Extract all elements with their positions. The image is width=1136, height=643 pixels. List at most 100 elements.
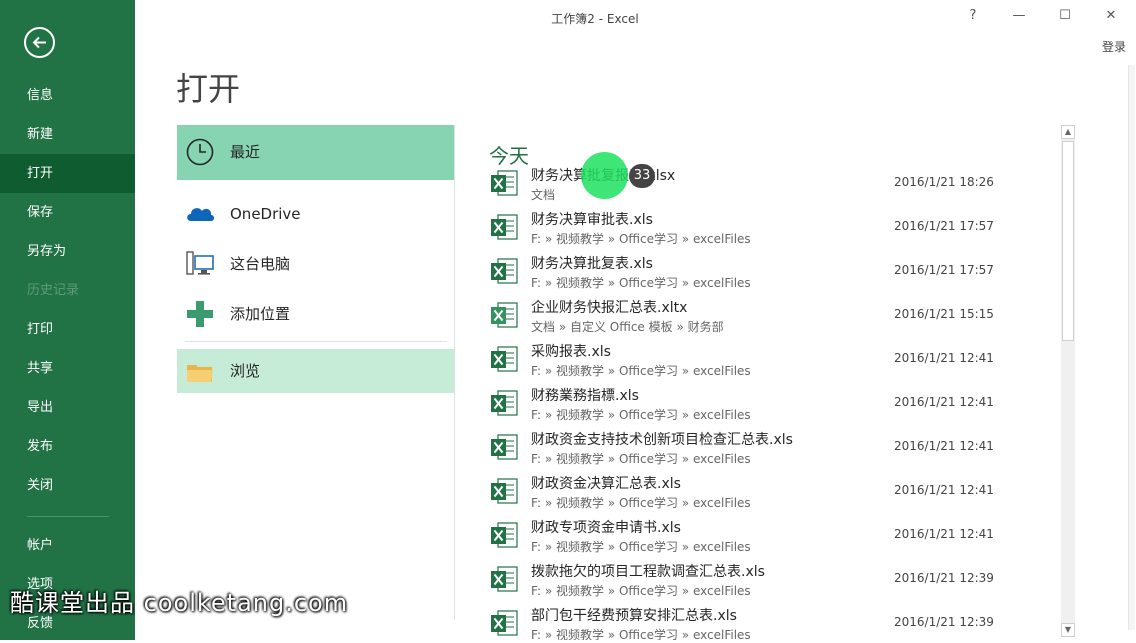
click-count-badge: 33 — [629, 164, 655, 188]
place-this-pc-label: 这台电脑 — [230, 255, 291, 273]
scroll-up-button[interactable]: ▲ — [1061, 125, 1075, 139]
file-path: F: » 视频教学 » Office学习 » excelFiles — [531, 408, 751, 422]
recent-file-row[interactable]: 部门包干经费预算安排汇总表.xls F: » 视频教学 » Office学习 » … — [486, 599, 1046, 640]
excel-file-icon — [491, 478, 518, 504]
file-name: 财政资金支持技术创新项目检查汇总表.xls — [531, 432, 793, 448]
recent-file-row[interactable]: 财政专项资金申请书.xls F: » 视频教学 » Office学习 » exce… — [486, 511, 1046, 555]
cursor-highlight — [581, 152, 628, 199]
recent-file-row[interactable]: 财政资金决算汇总表.xls F: » 视频教学 » Office学习 » exce… — [486, 467, 1046, 511]
recent-file-row[interactable]: 财务决算审批表.xls F: » 视频教学 » Office学习 » excelF… — [486, 203, 1046, 247]
file-path: 文档 » 自定义 Office 模板 » 财务部 — [531, 320, 724, 334]
file-name: 财务决算批复表.xls — [531, 256, 653, 272]
file-date: 2016/1/21 12:41 — [894, 483, 994, 497]
file-date: 2016/1/21 17:57 — [894, 263, 994, 277]
file-date: 2016/1/21 18:26 — [894, 175, 994, 189]
nav-item[interactable]: 共享 — [0, 349, 135, 388]
place-onedrive[interactable]: OneDrive — [177, 187, 454, 242]
file-name: 企业财务快报汇总表.xltx — [531, 300, 688, 316]
file-path: F: » 视频教学 » Office学习 » excelFiles — [531, 364, 751, 378]
file-path: F: » 视频教学 » Office学习 » excelFiles — [531, 540, 751, 554]
place-recent-label: 最近 — [230, 143, 261, 161]
excel-file-icon — [491, 610, 518, 636]
recent-file-row[interactable]: 财務業務指標.xls F: » 视频教学 » Office学习 » excelFi… — [486, 379, 1046, 423]
excel-file-icon — [491, 258, 518, 284]
nav-item[interactable]: 关闭 — [0, 466, 135, 505]
excel-file-icon — [491, 302, 518, 328]
file-path: 文档 — [531, 188, 556, 202]
file-path: F: » 视频教学 » Office学习 » excelFiles — [531, 628, 751, 640]
file-path: F: » 视频教学 » Office学习 » excelFiles — [531, 452, 751, 466]
place-onedrive-label: OneDrive — [230, 205, 301, 223]
clock-icon — [186, 138, 214, 166]
file-date: 2016/1/21 12:39 — [894, 571, 994, 585]
recent-file-row[interactable]: 财务决算批复表.xls F: » 视频教学 » Office学习 » excelF… — [486, 247, 1046, 291]
place-add-location[interactable]: 添加位置 — [177, 287, 454, 342]
cloud-icon — [187, 208, 214, 221]
back-arrow-icon — [32, 36, 46, 49]
file-date: 2016/1/21 12:41 — [894, 395, 994, 409]
pane-divider — [454, 125, 455, 620]
file-date: 2016/1/21 12:41 — [894, 351, 994, 365]
file-name: 采购报表.xls — [531, 344, 611, 360]
file-list-scrollbar[interactable]: ▲ ▼ — [1061, 125, 1075, 637]
nav-item[interactable]: 打开 — [0, 154, 135, 193]
places-separator — [185, 341, 447, 342]
nav-item[interactable]: 导出 — [0, 388, 135, 427]
file-path: F: » 视频教学 » Office学习 » excelFiles — [531, 276, 751, 290]
scroll-down-button[interactable]: ▼ — [1061, 623, 1075, 637]
file-date: 2016/1/21 15:15 — [894, 307, 994, 321]
file-date: 2016/1/21 12:41 — [894, 439, 994, 453]
file-name: 财政资金决算汇总表.xls — [531, 476, 681, 492]
file-name: 部门包干经费预算安排汇总表.xls — [531, 608, 737, 624]
close-button[interactable]: ✕ — [1088, 0, 1134, 32]
file-path: F: » 视频教学 » Office学习 » excelFiles — [531, 496, 751, 510]
folder-icon — [187, 365, 213, 382]
recent-file-row[interactable]: 财务决算批复报表.xlsx文档2016/1/21 18:26 — [486, 159, 1046, 203]
file-name: 财政专项资金申请书.xls — [531, 520, 681, 536]
watermark-text: 酷课堂出品 coolketang.com — [10, 589, 349, 617]
excel-file-icon — [491, 214, 518, 240]
window-title: 工作簿2 - Excel — [551, 12, 639, 26]
nav-item[interactable]: 另存为 — [0, 232, 135, 271]
nav-item: 历史记录 — [27, 283, 80, 298]
file-name: 财务决算审批表.xls — [531, 212, 653, 228]
place-this-pc[interactable]: 这台电脑 — [177, 237, 454, 292]
excel-file-icon — [491, 390, 518, 416]
file-path: F: » 视频教学 » Office学习 » excelFiles — [531, 584, 751, 598]
place-browse[interactable]: 浏览 — [177, 349, 454, 393]
file-name: 财務業務指標.xls — [531, 388, 639, 404]
file-date: 2016/1/21 17:57 — [894, 219, 994, 233]
nav-item[interactable]: 保存 — [0, 193, 135, 232]
computer-icon — [186, 251, 214, 275]
recent-file-row[interactable]: 财政资金支持技术创新项目检查汇总表.xls F: » 视频教学 » Office学… — [486, 423, 1046, 467]
recent-file-row[interactable]: 采购报表.xls F: » 视频教学 » Office学习 » excelFile… — [486, 335, 1046, 379]
nav-divider — [27, 516, 109, 517]
excel-file-icon — [491, 346, 518, 372]
nav-item[interactable]: 帐户 — [0, 526, 135, 565]
sign-in-link[interactable]: 登录 — [1102, 38, 1126, 55]
file-date: 2016/1/21 12:41 — [894, 527, 994, 541]
nav-item[interactable]: 打印 — [0, 310, 135, 349]
recent-file-row[interactable]: 企业财务快报汇总表.xltx 文档 » 自定义 Office 模板 » 财务部 20… — [486, 291, 1046, 335]
file-date: 2016/1/21 12:39 — [894, 615, 994, 629]
nav-item[interactable]: 新建 — [0, 115, 135, 154]
place-browse-label: 浏览 — [230, 362, 261, 380]
excel-file-icon — [491, 170, 518, 196]
recent-file-row[interactable]: 拨款拖欠的项目工程款调查汇总表.xls F: » 视频教学 » Office学习 … — [486, 555, 1046, 599]
help-button[interactable]: ? — [950, 0, 996, 32]
plus-icon — [187, 301, 213, 327]
place-recent[interactable]: 最近 — [177, 125, 454, 180]
backstage-nav: 信息 新建 打开 保存 另存为 历史记录 打印 共享 导出 发布 关闭 帐户 选项 反馈 — [0, 0, 135, 640]
file-path: F: » 视频教学 » Office学习 » excelFiles — [531, 232, 751, 246]
excel-file-icon — [491, 566, 518, 592]
page-title: 打开 — [176, 70, 241, 108]
excel-file-icon — [491, 522, 518, 548]
minimize-button[interactable]: — — [996, 0, 1042, 32]
scroll-thumb[interactable] — [1062, 141, 1074, 341]
window-scrollbar[interactable] — [1128, 65, 1135, 630]
place-add-location-label: 添加位置 — [230, 305, 291, 323]
nav-item[interactable]: 发布 — [0, 427, 135, 466]
back-button[interactable] — [24, 27, 55, 58]
maximize-button[interactable]: ☐ — [1042, 0, 1088, 32]
nav-item[interactable]: 信息 — [0, 76, 135, 115]
